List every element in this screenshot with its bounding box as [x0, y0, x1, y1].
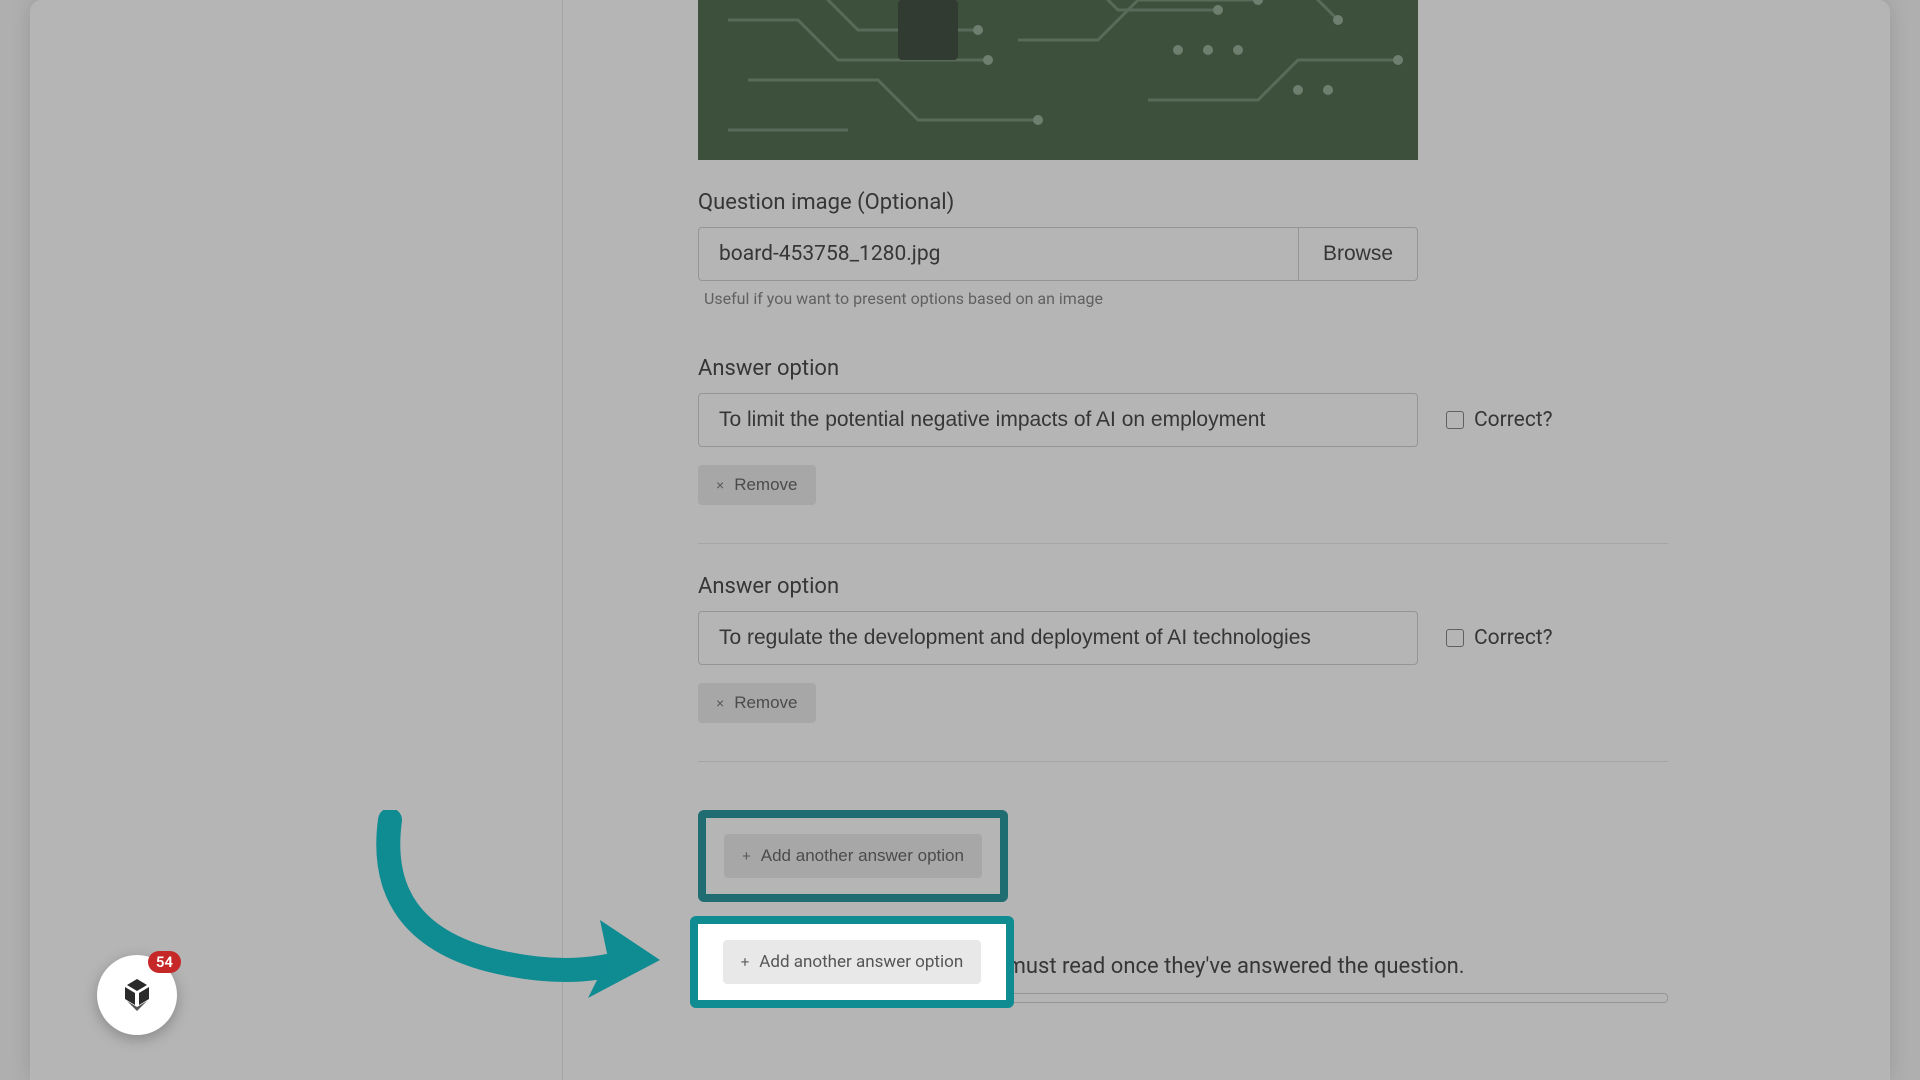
answer-option-label: Answer option	[698, 574, 1850, 599]
chat-logo-icon	[117, 975, 157, 1015]
app-window: Question image (Optional) board-453758_1…	[30, 0, 1890, 1080]
add-another-answer-button[interactable]: + Add another answer option	[724, 834, 982, 878]
correct-label: Correct?	[1474, 408, 1553, 432]
file-input-group: board-453758_1280.jpg Browse	[698, 227, 1418, 281]
correct-group-2: Correct?	[1446, 626, 1553, 650]
correct-checkbox-1[interactable]	[1446, 411, 1464, 429]
chat-badge: 54	[148, 951, 181, 973]
file-name-display[interactable]: board-453758_1280.jpg	[698, 227, 1299, 281]
answer-input-2[interactable]	[698, 611, 1418, 665]
image-help-text: Useful if you want to present options ba…	[704, 289, 1850, 308]
add-option-highlight-wrap: + Add another answer option	[698, 810, 1008, 902]
answer-option-1: Answer option Correct? × Remove	[698, 356, 1850, 544]
correct-group-1: Correct?	[1446, 408, 1553, 432]
question-image-label: Question image (Optional)	[698, 190, 1850, 215]
chat-widget-button[interactable]: 54	[97, 955, 177, 1035]
remove-label: Remove	[734, 475, 797, 495]
answer-option-2: Answer option Correct? × Remove	[698, 574, 1850, 762]
close-icon: ×	[716, 695, 724, 711]
answer-option-label: Answer option	[698, 356, 1850, 381]
correct-checkbox-2[interactable]	[1446, 629, 1464, 647]
remove-button-1[interactable]: × Remove	[698, 465, 816, 505]
answer-input-1[interactable]	[698, 393, 1418, 447]
remove-button-2[interactable]: × Remove	[698, 683, 816, 723]
add-option-label: Add another answer option	[761, 846, 964, 866]
feedback-label: Add any feedback that the user must read…	[698, 954, 1850, 979]
close-icon: ×	[716, 477, 724, 493]
remove-label: Remove	[734, 693, 797, 713]
question-image-preview	[698, 0, 1418, 160]
plus-icon: +	[742, 848, 751, 865]
main-panel: Question image (Optional) board-453758_1…	[563, 0, 1890, 1080]
left-sidebar	[30, 0, 563, 1080]
divider	[698, 761, 1668, 762]
feedback-input[interactable]	[698, 993, 1668, 1003]
divider	[698, 543, 1668, 544]
content-area: Question image (Optional) board-453758_1…	[30, 0, 1890, 1080]
correct-label: Correct?	[1474, 626, 1553, 650]
browse-button[interactable]: Browse	[1299, 227, 1418, 281]
